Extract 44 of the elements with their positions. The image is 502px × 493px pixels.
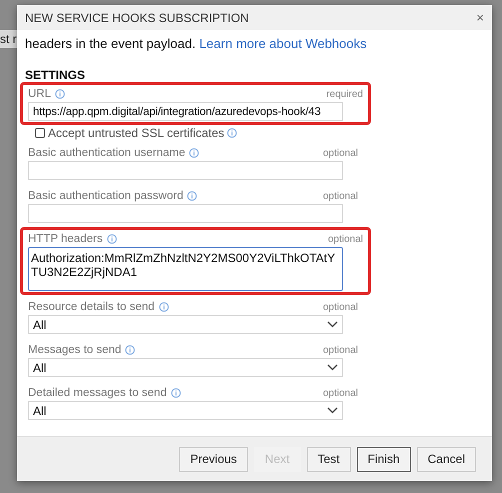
dialog-button[interactable]: Test (306, 446, 351, 472)
dialog-button[interactable]: Previous (179, 446, 248, 472)
field-hint: optional (322, 190, 358, 202)
checkbox[interactable] (35, 128, 45, 138)
field-hint: optional (322, 148, 358, 158)
close-button[interactable]: × (476, 10, 484, 25)
checkbox-label: Accept untrusted SSL certificates (48, 126, 224, 140)
field-hint: required (326, 88, 363, 100)
chevron-down-icon (327, 364, 338, 371)
dropdown[interactable]: All (28, 315, 343, 334)
field-label: Basic authentication username (28, 147, 186, 159)
field-label: URL (28, 88, 52, 100)
field-hint: optional (328, 234, 363, 244)
info-icon (106, 234, 117, 244)
info-icon (125, 345, 136, 355)
learn-more-link[interactable]: Learn more about Webhooks (199, 36, 367, 51)
dropdown[interactable]: All (28, 358, 343, 377)
field-label: HTTP headers (28, 233, 103, 245)
field-label: Detailed messages to send (28, 387, 167, 399)
dialog-button[interactable]: Finish (356, 446, 411, 472)
info-icon (55, 89, 66, 99)
info-icon (170, 388, 181, 398)
field-label: Resource details to send (28, 301, 155, 313)
text-field[interactable] (28, 204, 343, 223)
dialog-title: NEW SERVICE HOOKS SUBSCRIPTION (25, 10, 249, 24)
dialog-button[interactable]: Cancel (416, 446, 476, 472)
chevron-down-icon (327, 321, 338, 328)
text-field[interactable] (28, 161, 343, 180)
field-hint: optional (322, 344, 358, 356)
text-area[interactable]: Authorization:MmRlZmZhNzltN2Y2MS00Y2ViLThkOTAtYTU3N2E2ZjRjNDA1 (28, 247, 343, 291)
info-icon (158, 302, 169, 312)
field-hint: optional (322, 302, 358, 312)
field-hint: optional (322, 388, 358, 398)
field-label: Messages to send (28, 344, 122, 356)
chevron-down-icon (327, 407, 338, 414)
background-text: st r (0, 30, 17, 48)
text-field[interactable]: https://app.qpm.digital/api/integration/azuredevops-hook/43 (28, 102, 343, 121)
info-icon (189, 148, 200, 158)
info-icon (187, 191, 198, 201)
section-heading: SETTINGS (25, 68, 86, 82)
info-icon (227, 128, 238, 138)
dropdown[interactable]: All (28, 401, 343, 420)
description-text: headers in the event payload. Learn more about Webhooks (25, 36, 368, 52)
field-label: Basic authentication password (28, 190, 184, 202)
